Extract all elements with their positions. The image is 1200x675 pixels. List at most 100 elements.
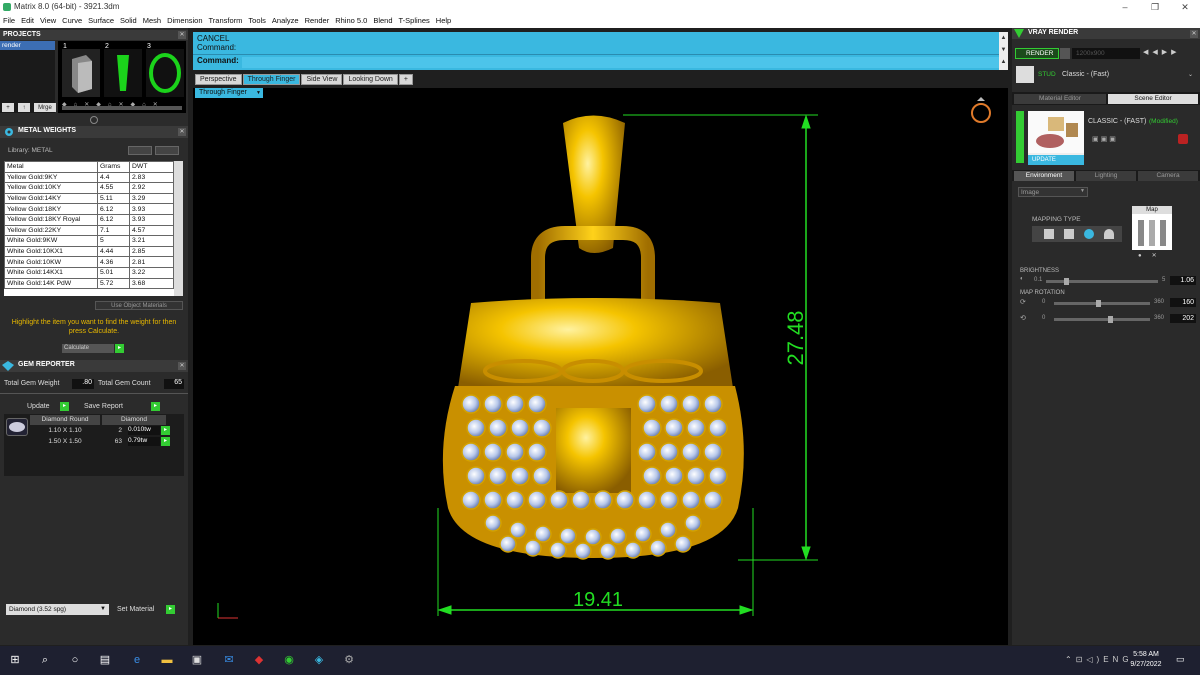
matrix-app-icon[interactable]: ⚙	[340, 651, 358, 669]
edge-icon[interactable]: e	[128, 651, 146, 669]
menu-curve[interactable]: Curve	[59, 14, 85, 28]
project-thumb-1[interactable]	[62, 49, 100, 97]
table-row[interactable]: White Gold:10KW 4.36 2.81	[4, 256, 174, 268]
menu-dimension[interactable]: Dimension	[164, 14, 205, 28]
mapping-type-buttons[interactable]	[1032, 226, 1122, 242]
tab-environment[interactable]: Environment	[1014, 171, 1074, 181]
tab-material-editor[interactable]: Material Editor	[1014, 94, 1106, 104]
preset-value[interactable]: Classic - (Fast)	[1062, 71, 1109, 78]
rotation-h-value[interactable]: 160	[1170, 298, 1196, 307]
clock-time[interactable]: 5:58 AM	[1128, 651, 1164, 658]
widgets-icon[interactable]: ▤	[96, 651, 114, 669]
menu-surface[interactable]: Surface	[85, 14, 117, 28]
menu-help[interactable]: Help	[433, 14, 454, 28]
project-thumb-2[interactable]	[104, 49, 142, 97]
tab-scene-editor[interactable]: Scene Editor	[1108, 94, 1198, 104]
command-scrollbar[interactable]: ▲ ▼ ▲	[999, 32, 1008, 70]
rotation-h-slider[interactable]	[1054, 300, 1150, 307]
metal-table-scrollbar[interactable]	[174, 161, 183, 296]
notifications-icon[interactable]: ▭	[1176, 654, 1185, 665]
active-view-label[interactable]: Through Finger ▼	[195, 88, 263, 98]
tab-add[interactable]: +	[398, 74, 413, 85]
add-project-button[interactable]: +	[2, 103, 14, 112]
chrome-icon[interactable]: ◉	[280, 651, 298, 669]
rotation-h-slider-handle[interactable]	[1096, 300, 1101, 307]
map-preview[interactable]	[1132, 214, 1172, 250]
table-row[interactable]: White Gold:14K PdW 5.72 3.68	[4, 277, 174, 290]
update-button[interactable]: ▸	[60, 402, 69, 411]
map-plane-icon[interactable]	[1044, 229, 1054, 239]
metal-weights-close-icon[interactable]: ✕	[178, 128, 186, 136]
map-sphere-icon[interactable]	[1084, 229, 1094, 239]
table-row[interactable]: White Gold:14KX1 5.01 3.22	[4, 266, 174, 279]
windows-start-icon[interactable]: ⊞	[6, 651, 24, 669]
render-options-icon[interactable]	[1060, 48, 1070, 59]
tab-camera[interactable]: Camera	[1138, 171, 1198, 181]
menu-analyze[interactable]: Analyze	[269, 14, 302, 28]
brightness-value[interactable]: 1.06	[1170, 276, 1196, 285]
resolution-field[interactable]: 1200x900	[1072, 48, 1140, 59]
table-row[interactable]: Yellow Gold:22KY 7.1 4.57	[4, 224, 174, 237]
menu-tsplines[interactable]: T-Splines	[396, 14, 433, 28]
ring-icon[interactable]	[971, 97, 991, 123]
table-row[interactable]: Yellow Gold:18KY 6.12 3.93	[4, 203, 174, 215]
minimize-button[interactable]: –	[1110, 0, 1140, 14]
material-select[interactable]: Diamond (3.52 spg)	[6, 604, 109, 615]
viewport[interactable]: 27.48 19.41	[193, 88, 1008, 645]
tab-through-finger[interactable]: Through Finger	[242, 74, 301, 85]
rotation-v-slider-handle[interactable]	[1108, 316, 1113, 323]
col-metal[interactable]: Metal	[4, 161, 98, 173]
menu-blend[interactable]: Blend	[370, 14, 395, 28]
app-blue-icon[interactable]: ◈	[310, 651, 328, 669]
app-red-icon[interactable]: ◆	[250, 651, 268, 669]
brightness-slider[interactable]	[1046, 278, 1158, 285]
tab-side-view[interactable]: Side View	[301, 74, 343, 85]
file-explorer-icon[interactable]: ▬	[158, 651, 176, 669]
use-object-materials-button[interactable]: Use Object Materials	[95, 301, 183, 310]
menu-render[interactable]: Render	[302, 14, 333, 28]
library-view-button[interactable]	[155, 146, 179, 155]
project-item-render[interactable]: render	[0, 41, 55, 50]
task-view-icon[interactable]: ○	[66, 651, 84, 669]
preset-thumb[interactable]	[1016, 66, 1034, 83]
map-actions-icons[interactable]: ●✕	[1132, 252, 1172, 260]
system-tray-icons[interactable]: ⌃⊡◁)ENG	[1065, 655, 1133, 664]
table-row[interactable]: Yellow Gold:14KY 5.11 3.29	[4, 192, 174, 205]
merge-button[interactable]: Mrge	[34, 103, 56, 112]
collapse-handle-icon[interactable]	[90, 116, 98, 124]
move-up-button[interactable]: ↑	[18, 103, 30, 112]
col-grams[interactable]: Grams	[97, 161, 130, 173]
menu-view[interactable]: View	[37, 14, 59, 28]
col-dwt[interactable]: DWT	[129, 161, 174, 173]
projects-close-icon[interactable]: ✕	[178, 31, 186, 39]
table-row[interactable]: Yellow Gold:18KY Royal 6.12 3.93	[4, 213, 174, 226]
save-report-button[interactable]: ▸	[151, 402, 160, 411]
material-preview[interactable]: UPDATE	[1028, 111, 1084, 165]
library-edit-button[interactable]	[128, 146, 152, 155]
tab-looking-down[interactable]: Looking Down	[343, 74, 398, 85]
update-preview-button[interactable]: UPDATE	[1028, 155, 1084, 165]
menu-rhino[interactable]: Rhino 5.0	[332, 14, 370, 28]
command-input[interactable]	[242, 57, 999, 68]
maximize-button[interactable]: ❐	[1140, 0, 1170, 14]
menu-edit[interactable]: Edit	[18, 14, 37, 28]
material-side-bar[interactable]	[1016, 111, 1024, 163]
menu-file[interactable]: File	[0, 14, 18, 28]
table-row[interactable]: White Gold:10KX1 4.44 2.85	[4, 245, 174, 258]
set-material-button[interactable]: ▸	[166, 605, 175, 614]
brightness-slider-handle[interactable]	[1064, 278, 1069, 285]
render-button[interactable]: RENDER	[1015, 48, 1059, 59]
vray-close-icon[interactable]: ✕	[1190, 30, 1198, 38]
close-button[interactable]: ✕	[1170, 0, 1200, 14]
menu-transform[interactable]: Transform	[206, 14, 246, 28]
env-type-select[interactable]: Image	[1018, 187, 1088, 197]
menu-solid[interactable]: Solid	[117, 14, 140, 28]
rotation-v-slider[interactable]	[1054, 316, 1150, 323]
gem-select-2-button[interactable]: ▸	[161, 437, 170, 446]
gem-select-1-button[interactable]: ▸	[161, 426, 170, 435]
map-cube-icon[interactable]	[1064, 229, 1074, 239]
gem-reporter-close-icon[interactable]: ✕	[178, 362, 186, 370]
project-thumb-3[interactable]	[146, 49, 184, 97]
diamond-thumb-icon[interactable]	[6, 418, 28, 436]
store-icon[interactable]: ▣	[188, 651, 206, 669]
